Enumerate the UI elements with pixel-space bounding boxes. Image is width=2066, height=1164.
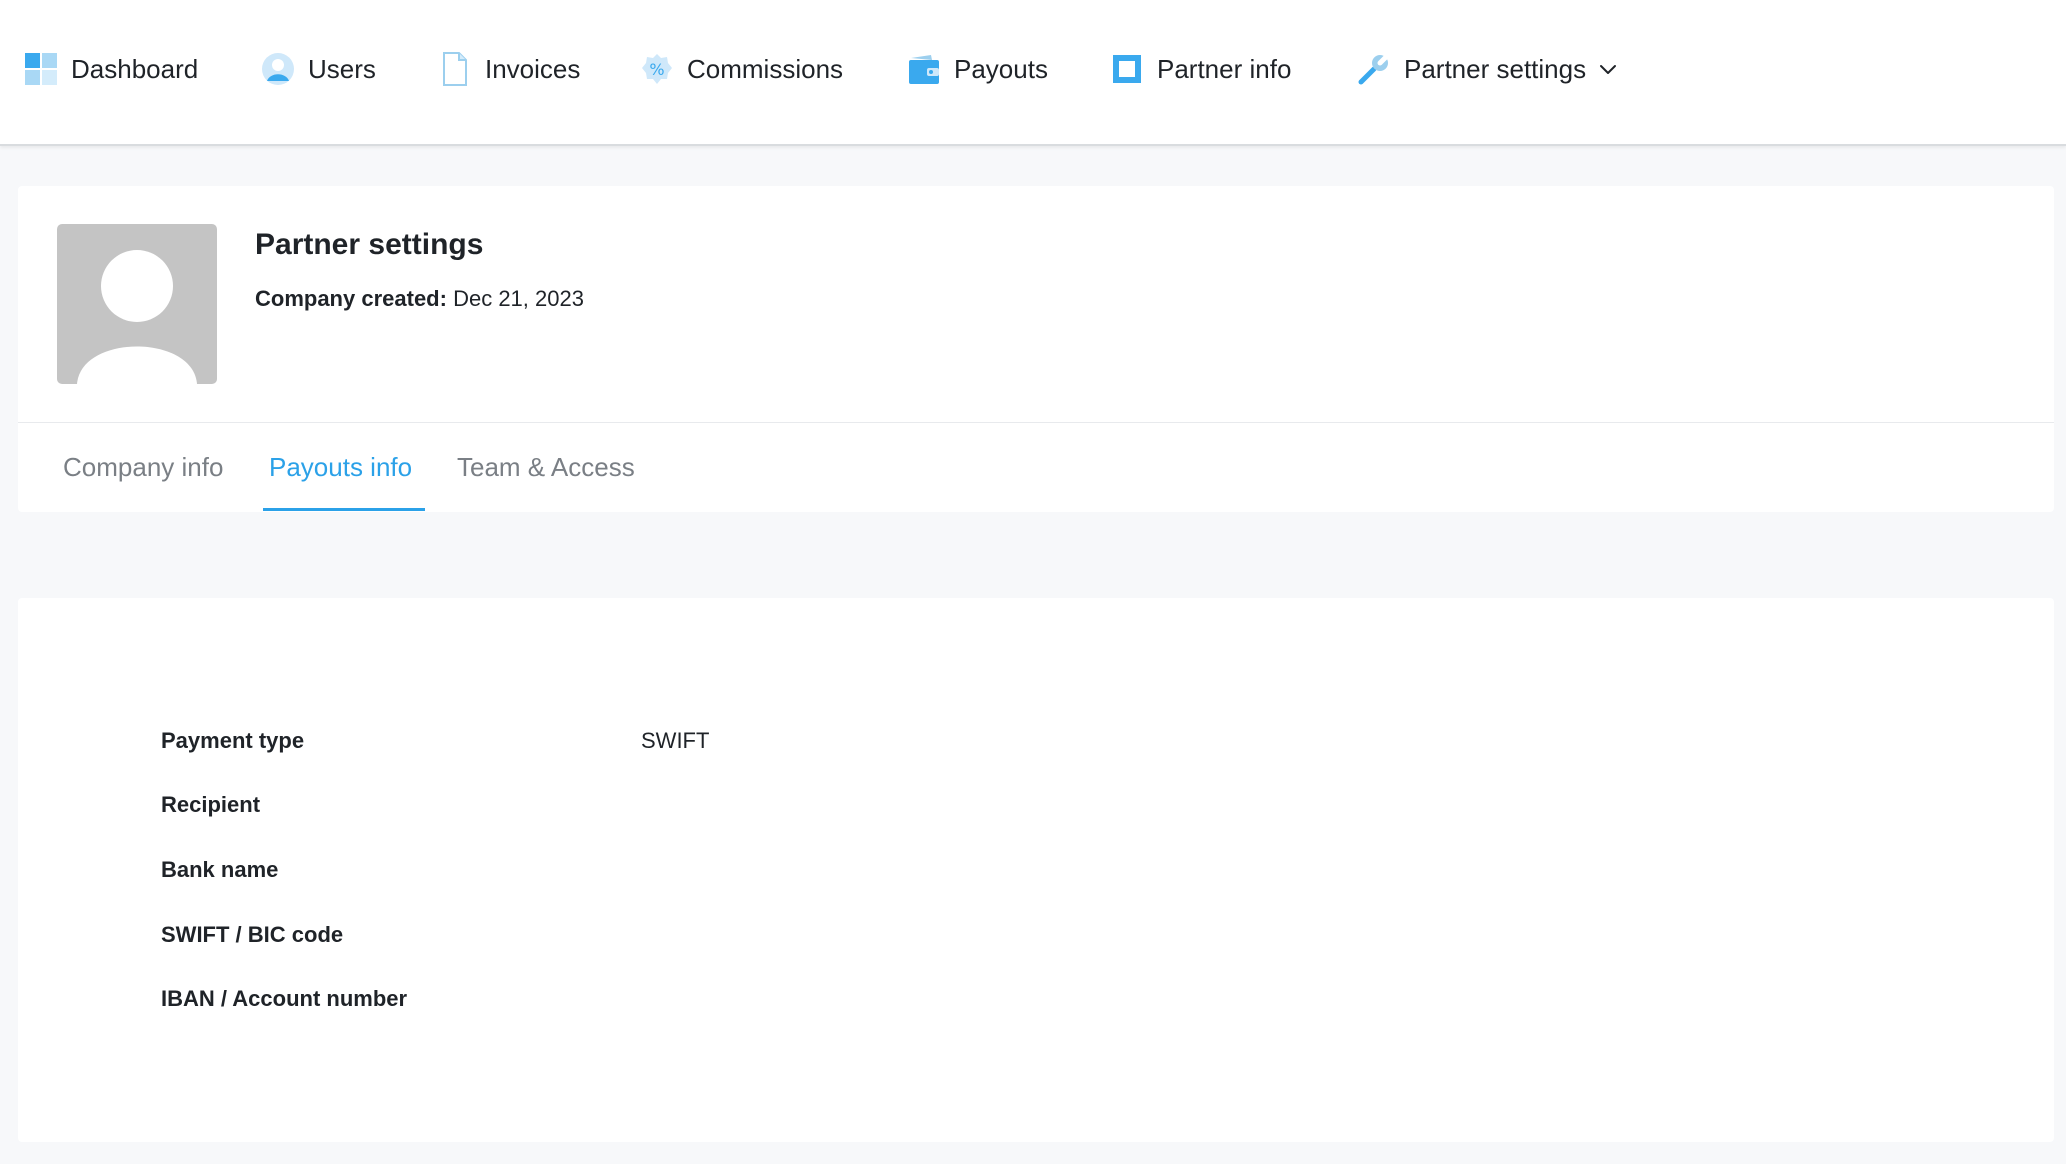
nav-item-partner-info[interactable]: Partner info xyxy=(1110,48,1291,90)
nav-item-invoices[interactable]: Invoices xyxy=(438,48,580,90)
tab-company-info[interactable]: Company info xyxy=(63,452,223,492)
field-value: SWIFT xyxy=(641,728,710,753)
nav-label-payouts: Payouts xyxy=(954,53,1048,84)
field-label: IBAN / Account number xyxy=(161,986,408,1011)
square-icon xyxy=(1110,52,1144,86)
nav-item-partner-settings[interactable]: Partner settings xyxy=(1357,48,1618,90)
top-navigation: Dashboard Users Invoices % Commissions P… xyxy=(0,0,2066,146)
nav-item-users[interactable]: Users xyxy=(261,48,376,90)
field-label: Payment type xyxy=(161,728,305,753)
company-created: Company created: Dec 21, 2023 xyxy=(255,286,584,312)
field-label: Recipient xyxy=(161,792,261,817)
dashboard-grid-icon xyxy=(24,52,58,86)
user-icon xyxy=(261,52,295,86)
nav-label-dashboard: Dashboard xyxy=(71,53,199,84)
field-label: Bank name xyxy=(161,857,279,882)
svg-text:%: % xyxy=(649,60,664,79)
nav-item-commissions[interactable]: % Commissions xyxy=(640,48,843,90)
wrench-icon xyxy=(1357,52,1391,86)
nav-item-dashboard[interactable]: Dashboard xyxy=(24,48,198,90)
tab-payouts-info[interactable]: Payouts info xyxy=(269,452,412,492)
field-label: SWIFT / BIC code xyxy=(161,922,344,947)
percent-badge-icon: % xyxy=(640,52,674,86)
page-title: Partner settings xyxy=(255,228,484,261)
payouts-info-card: Payment type SWIFT Recipient Bank name S… xyxy=(18,598,2054,1142)
nav-item-payouts[interactable]: Payouts xyxy=(907,48,1048,90)
user-placeholder-icon xyxy=(77,250,197,384)
partner-header-card: Partner settings Company created: Dec 21… xyxy=(18,186,2054,512)
wallet-icon xyxy=(907,52,941,86)
company-created-value: Dec 21, 2023 xyxy=(453,286,584,311)
avatar xyxy=(57,224,217,384)
document-icon xyxy=(438,52,472,86)
nav-label-users: Users xyxy=(308,53,376,84)
active-tab-indicator xyxy=(263,508,425,511)
chevron-down-icon[interactable] xyxy=(1598,59,1618,79)
tab-team-access[interactable]: Team & Access xyxy=(457,452,635,492)
header-divider xyxy=(18,422,2054,423)
nav-label-partner-info: Partner info xyxy=(1157,53,1292,84)
nav-label-invoices: Invoices xyxy=(485,53,581,84)
nav-label-commissions: Commissions xyxy=(687,53,844,84)
nav-label-partner-settings: Partner settings xyxy=(1404,53,1587,84)
company-created-label: Company created: xyxy=(255,286,447,311)
